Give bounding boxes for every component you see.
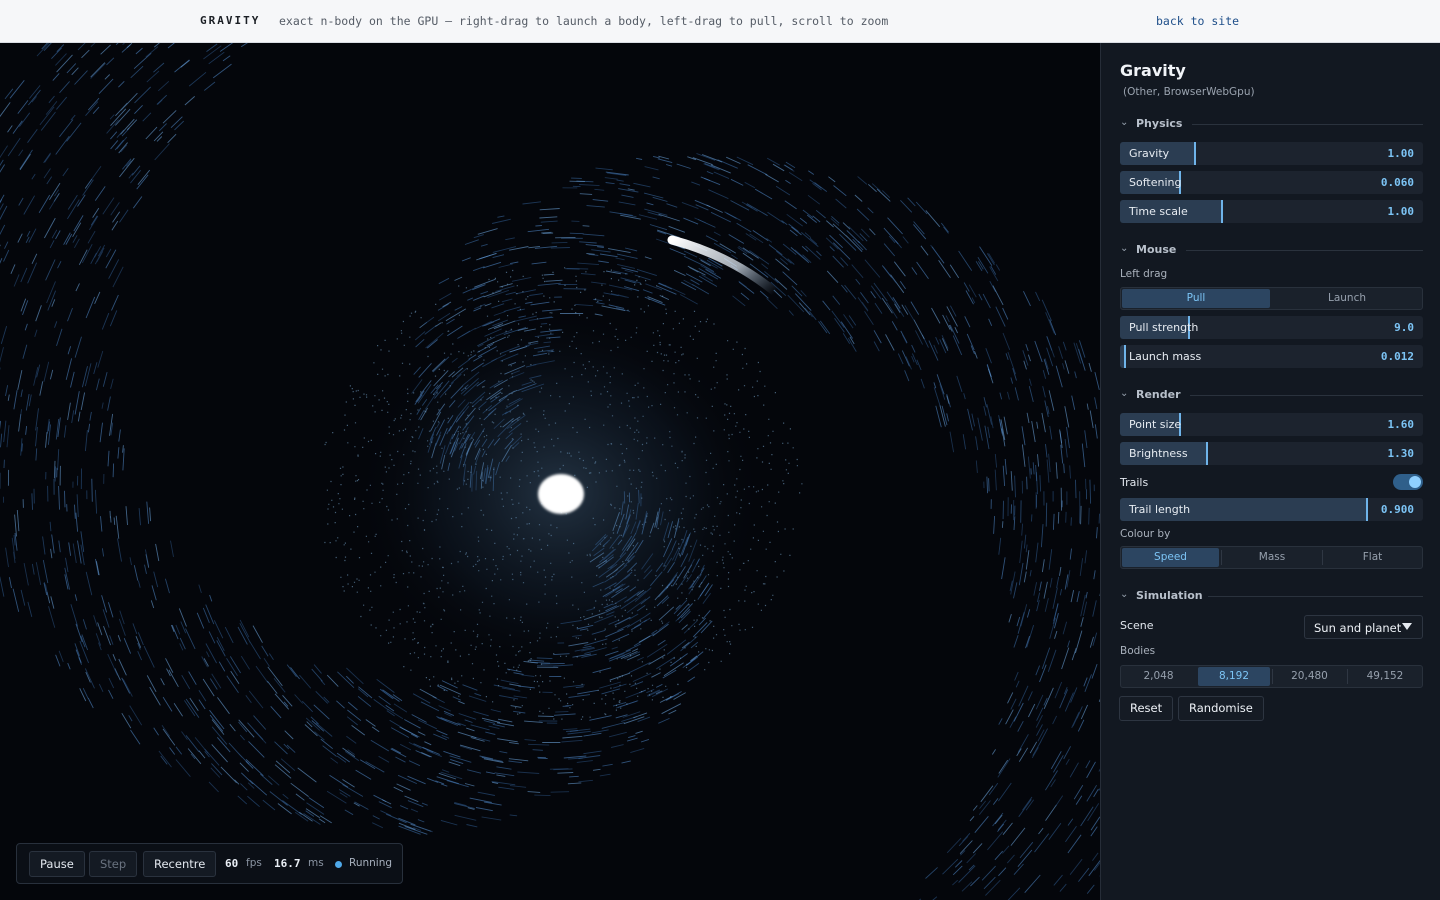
- slider-value: 1.00: [1387, 205, 1415, 218]
- toggle-knob: [1409, 476, 1421, 488]
- caret-down-icon: [1402, 623, 1412, 630]
- section-simulation[interactable]: ⌄ Simulation: [1120, 589, 1423, 605]
- bodies-label: Bodies: [1120, 645, 1156, 657]
- slider-value: 0.060: [1380, 176, 1414, 189]
- top-bar: GRAVITY exact n-body on the GPU — right-…: [0, 0, 1440, 43]
- brightness-slider[interactable]: Brightness 1.30: [1120, 442, 1423, 465]
- randomise-button[interactable]: Randomise: [1178, 696, 1264, 721]
- chevron-down-icon: ⌄: [1120, 388, 1129, 399]
- bodies-option-2048[interactable]: 2,048: [1122, 667, 1195, 686]
- scene-select[interactable]: Sun and planet: [1304, 615, 1423, 639]
- left-drag-option-pull[interactable]: Pull: [1122, 289, 1270, 308]
- fps-unit: fps: [246, 857, 262, 869]
- launch-mass-slider[interactable]: Launch mass 0.012: [1120, 345, 1423, 368]
- left-drag-toggle: Pull Launch: [1120, 287, 1423, 310]
- status-text: Running: [349, 857, 393, 869]
- divider: [1208, 596, 1423, 597]
- panel-subtitle: (Other, BrowserWebGpu): [1123, 86, 1255, 98]
- trails-label: Trails: [1120, 476, 1149, 489]
- slider-value: 1.30: [1387, 447, 1415, 460]
- bodies-toggle: 2,048 8,192 20,480 49,152: [1120, 665, 1423, 688]
- chevron-down-icon: ⌄: [1120, 243, 1129, 254]
- status-dot-icon: [335, 861, 342, 868]
- tagline: exact n-body on the GPU — right-drag to …: [279, 14, 889, 28]
- bodies-option-8192[interactable]: 8,192: [1198, 667, 1270, 686]
- colour-by-option-speed[interactable]: Speed: [1122, 548, 1219, 567]
- brand-title: GRAVITY: [200, 14, 261, 27]
- scene-select-value: Sun and planet: [1314, 621, 1402, 635]
- particle-field: [0, 43, 1100, 900]
- slider-label: Brightness: [1129, 447, 1188, 460]
- section-physics-label: Physics: [1136, 117, 1183, 130]
- simulation-canvas[interactable]: [0, 43, 1100, 900]
- slider-value: 9.0: [1394, 321, 1414, 334]
- slider-label: Trail length: [1129, 503, 1191, 516]
- divider: [1186, 250, 1423, 251]
- pull-strength-slider[interactable]: Pull strength 9.0: [1120, 316, 1423, 339]
- section-simulation-label: Simulation: [1136, 589, 1203, 602]
- frame-time-unit: ms: [308, 857, 324, 869]
- slider-value: 1.60: [1387, 418, 1415, 431]
- slider-value: 1.00: [1387, 147, 1415, 160]
- slider-label: Softening: [1129, 176, 1182, 189]
- colour-by-option-flat[interactable]: Flat: [1323, 548, 1422, 567]
- slider-fill: [1120, 345, 1127, 368]
- sun-body: [538, 474, 584, 514]
- chevron-down-icon: ⌄: [1120, 589, 1129, 600]
- scene-label: Scene: [1120, 619, 1154, 632]
- section-render-label: Render: [1136, 388, 1181, 401]
- control-panel: Gravity (Other, BrowserWebGpu) ⌄ Physics…: [1100, 43, 1440, 900]
- slider-value: 0.012: [1380, 350, 1414, 363]
- gravity-slider[interactable]: Gravity 1.00: [1120, 142, 1423, 165]
- divider: [1192, 124, 1423, 125]
- slider-label: Pull strength: [1129, 321, 1199, 334]
- point-size-slider[interactable]: Point size 1.60: [1120, 413, 1423, 436]
- colour-by-label: Colour by: [1120, 528, 1171, 540]
- trails-toggle[interactable]: [1393, 474, 1423, 490]
- slider-label: Time scale: [1129, 205, 1188, 218]
- time-scale-slider[interactable]: Time scale 1.00: [1120, 200, 1423, 223]
- section-mouse-label: Mouse: [1136, 243, 1177, 256]
- chevron-down-icon: ⌄: [1120, 117, 1129, 128]
- reset-button[interactable]: Reset: [1119, 696, 1174, 721]
- colour-by-option-mass[interactable]: Mass: [1222, 548, 1322, 567]
- left-drag-label: Left drag: [1120, 268, 1168, 280]
- trail-length-slider[interactable]: Trail length 0.900: [1120, 498, 1423, 521]
- step-button[interactable]: Step: [89, 851, 138, 877]
- playback-toolbar: Pause Step Recentre 60 fps 16.7 ms Runni…: [16, 843, 403, 884]
- fps-value: 60: [225, 857, 239, 870]
- section-render[interactable]: ⌄ Render: [1120, 388, 1423, 404]
- section-mouse[interactable]: ⌄ Mouse: [1120, 243, 1423, 259]
- slider-value: 0.900: [1380, 503, 1414, 516]
- pause-button[interactable]: Pause: [29, 851, 85, 877]
- softening-slider[interactable]: Softening 0.060: [1120, 171, 1423, 194]
- recentre-button[interactable]: Recentre: [143, 851, 217, 877]
- slider-label: Gravity: [1129, 147, 1170, 160]
- frame-time-value: 16.7: [274, 857, 301, 870]
- bodies-option-20480[interactable]: 20,480: [1273, 667, 1346, 686]
- section-physics[interactable]: ⌄ Physics: [1120, 117, 1423, 133]
- slider-label: Launch mass: [1129, 350, 1202, 363]
- divider: [1190, 395, 1423, 396]
- colour-by-toggle: Speed Mass Flat: [1120, 546, 1423, 569]
- slider-label: Point size: [1129, 418, 1182, 431]
- left-drag-option-launch[interactable]: Launch: [1272, 289, 1422, 308]
- panel-title: Gravity: [1120, 61, 1186, 80]
- back-to-site-link[interactable]: back to site: [1156, 14, 1239, 28]
- bodies-option-49152[interactable]: 49,152: [1348, 667, 1422, 686]
